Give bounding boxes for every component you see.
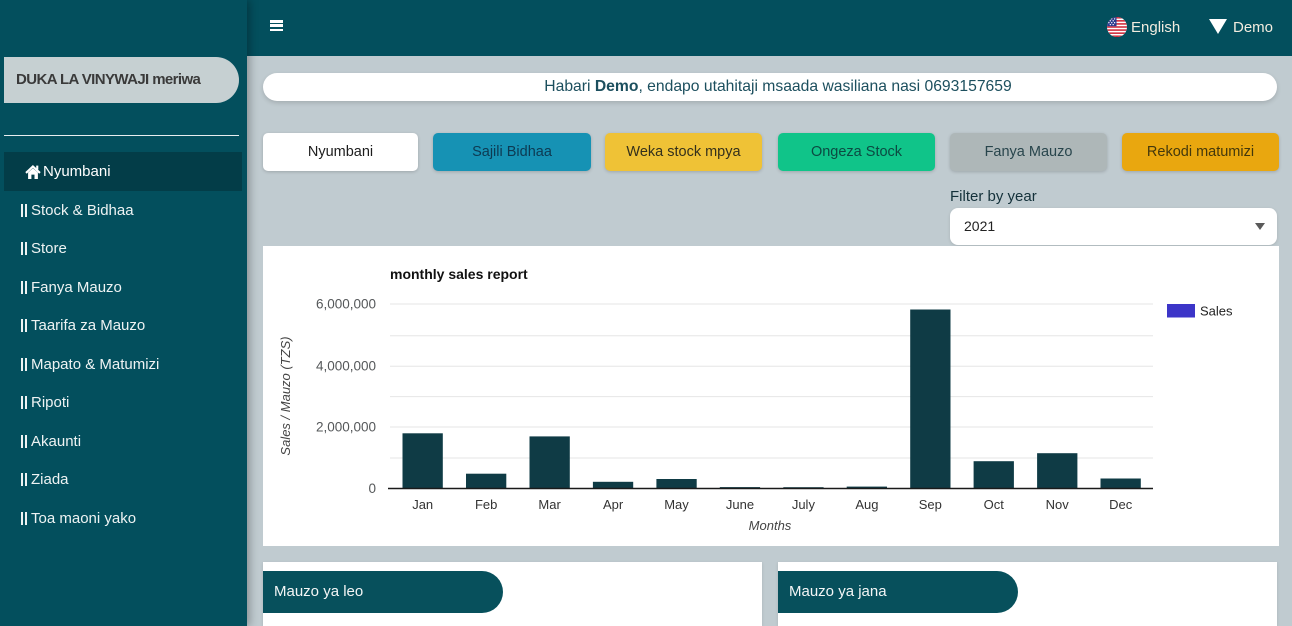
svg-text:4,000,000: 4,000,000 <box>316 359 376 374</box>
svg-text:2,000,000: 2,000,000 <box>316 420 376 435</box>
svg-text:May: May <box>664 497 689 512</box>
svg-text:Months: Months <box>749 518 792 533</box>
svg-text:6,000,000: 6,000,000 <box>316 297 376 312</box>
svg-text:July: July <box>792 497 816 512</box>
svg-text:Sep: Sep <box>919 497 942 512</box>
svg-text:Nov: Nov <box>1046 497 1070 512</box>
svg-text:monthly sales report: monthly sales report <box>390 266 528 282</box>
svg-text:Feb: Feb <box>475 497 497 512</box>
svg-text:Sales / Mauzo (TZS): Sales / Mauzo (TZS) <box>278 336 293 455</box>
svg-text:Sales: Sales <box>1200 304 1233 319</box>
svg-text:Mar: Mar <box>538 497 561 512</box>
svg-text:June: June <box>726 497 754 512</box>
svg-text:Oct: Oct <box>984 497 1005 512</box>
svg-text:Apr: Apr <box>603 497 624 512</box>
svg-text:0: 0 <box>368 481 376 496</box>
svg-text:Jan: Jan <box>412 497 433 512</box>
svg-text:Dec: Dec <box>1109 497 1133 512</box>
svg-text:Aug: Aug <box>855 497 878 512</box>
